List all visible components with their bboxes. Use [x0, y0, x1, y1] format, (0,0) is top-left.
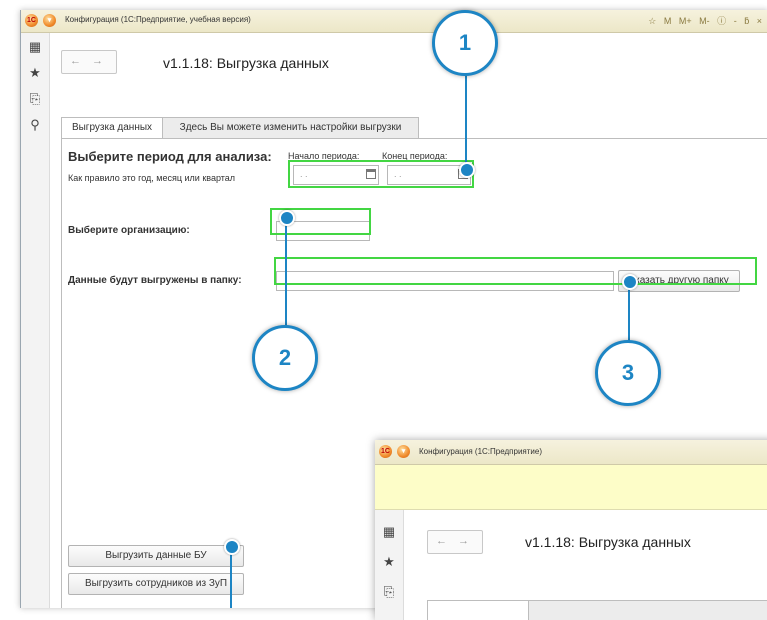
favorites-icon[interactable]: ★: [382, 554, 396, 570]
period-heading: Выберите период для анализа:: [68, 149, 272, 164]
star-icon[interactable]: ☆: [648, 16, 656, 27]
callout-3-dot: [622, 274, 638, 290]
second-sidebar: ▦ ★ ⎘: [375, 510, 404, 620]
export-employees-button[interactable]: Выгрузить сотрудников из ЗуП: [68, 573, 244, 595]
second-page-title: v1.1.18: Выгрузка данных: [525, 534, 691, 550]
second-app-logo-icon: 1С: [379, 445, 392, 458]
callout-2-dot: [279, 210, 295, 226]
nav-buttons: ← →: [61, 50, 117, 74]
callout-4-dot: [224, 539, 240, 555]
window-title: Конфигурация (1С:Предприятие, учебная ве…: [65, 15, 251, 24]
favorites-icon[interactable]: ★: [28, 65, 42, 81]
apps-icon[interactable]: ▦: [28, 39, 42, 55]
minimize-button[interactable]: -: [734, 16, 737, 26]
close-button[interactable]: ×: [757, 16, 762, 26]
folder-label: Данные будут выгружены в папку:: [68, 275, 242, 286]
m-button[interactable]: M: [664, 16, 672, 26]
page-title: v1.1.18: Выгрузка данных: [163, 55, 329, 71]
back-arrow-icon[interactable]: ←: [70, 55, 81, 67]
maximize-button[interactable]: ƃ: [744, 16, 749, 26]
second-window-title: Конфигурация (1С:Предприятие): [419, 447, 542, 456]
callout-2: 2: [252, 325, 318, 391]
m-plus-button[interactable]: M+: [679, 16, 692, 26]
main-menu-icon[interactable]: ▾: [43, 14, 56, 27]
second-main-menu-icon[interactable]: ▾: [397, 445, 410, 458]
history-icon[interactable]: ⎘: [382, 584, 396, 600]
second-tab[interactable]: [427, 600, 529, 620]
callout-1-line: [465, 62, 467, 170]
tab-settings[interactable]: Здесь Вы можете изменить настройки выгру…: [162, 117, 419, 138]
second-title-bar: 1С ▾ Конфигурация (1С:Предприятие): [375, 440, 767, 465]
m-minus-button[interactable]: M-: [699, 16, 710, 26]
callout-3: 3: [595, 340, 661, 406]
info-icon[interactable]: ⓘ: [717, 14, 726, 27]
search-icon[interactable]: ⚲: [28, 117, 42, 133]
export-bu-button[interactable]: Выгрузить данные БУ: [68, 545, 244, 567]
sidebar: ▦ ★ ⎘ ⚲: [21, 33, 50, 608]
callout-2-line: [285, 218, 287, 328]
callout-1-dot: [459, 162, 475, 178]
period-hint: Как правило это год, месяц или квартал: [68, 173, 236, 183]
forward-arrow-icon[interactable]: →: [458, 535, 469, 547]
callout-1: 1: [432, 10, 498, 76]
history-icon[interactable]: ⎘: [28, 91, 42, 107]
tab-export[interactable]: Выгрузка данных: [61, 117, 163, 138]
title-bar: 1С ▾ Конфигурация (1С:Предприятие, учебн…: [21, 10, 767, 33]
callout-4-line: [230, 546, 232, 608]
second-yellow-bar: [375, 465, 767, 510]
second-window: 1С ▾ Конфигурация (1С:Предприятие) ▦ ★ ⎘…: [375, 440, 767, 620]
forward-arrow-icon[interactable]: →: [92, 55, 103, 67]
period-fields-highlight: [288, 160, 474, 188]
window-toolbar: ☆ M M+ M- ⓘ - ƃ ×: [643, 14, 762, 27]
second-nav-buttons: ← →: [427, 530, 483, 554]
apps-icon[interactable]: ▦: [382, 524, 396, 540]
second-tab-inactive[interactable]: [528, 600, 767, 620]
organization-label: Выберите организацию:: [68, 225, 190, 236]
app-logo-icon: 1С: [25, 14, 38, 27]
folder-row-highlight: [274, 257, 757, 285]
back-arrow-icon[interactable]: ←: [436, 535, 447, 547]
